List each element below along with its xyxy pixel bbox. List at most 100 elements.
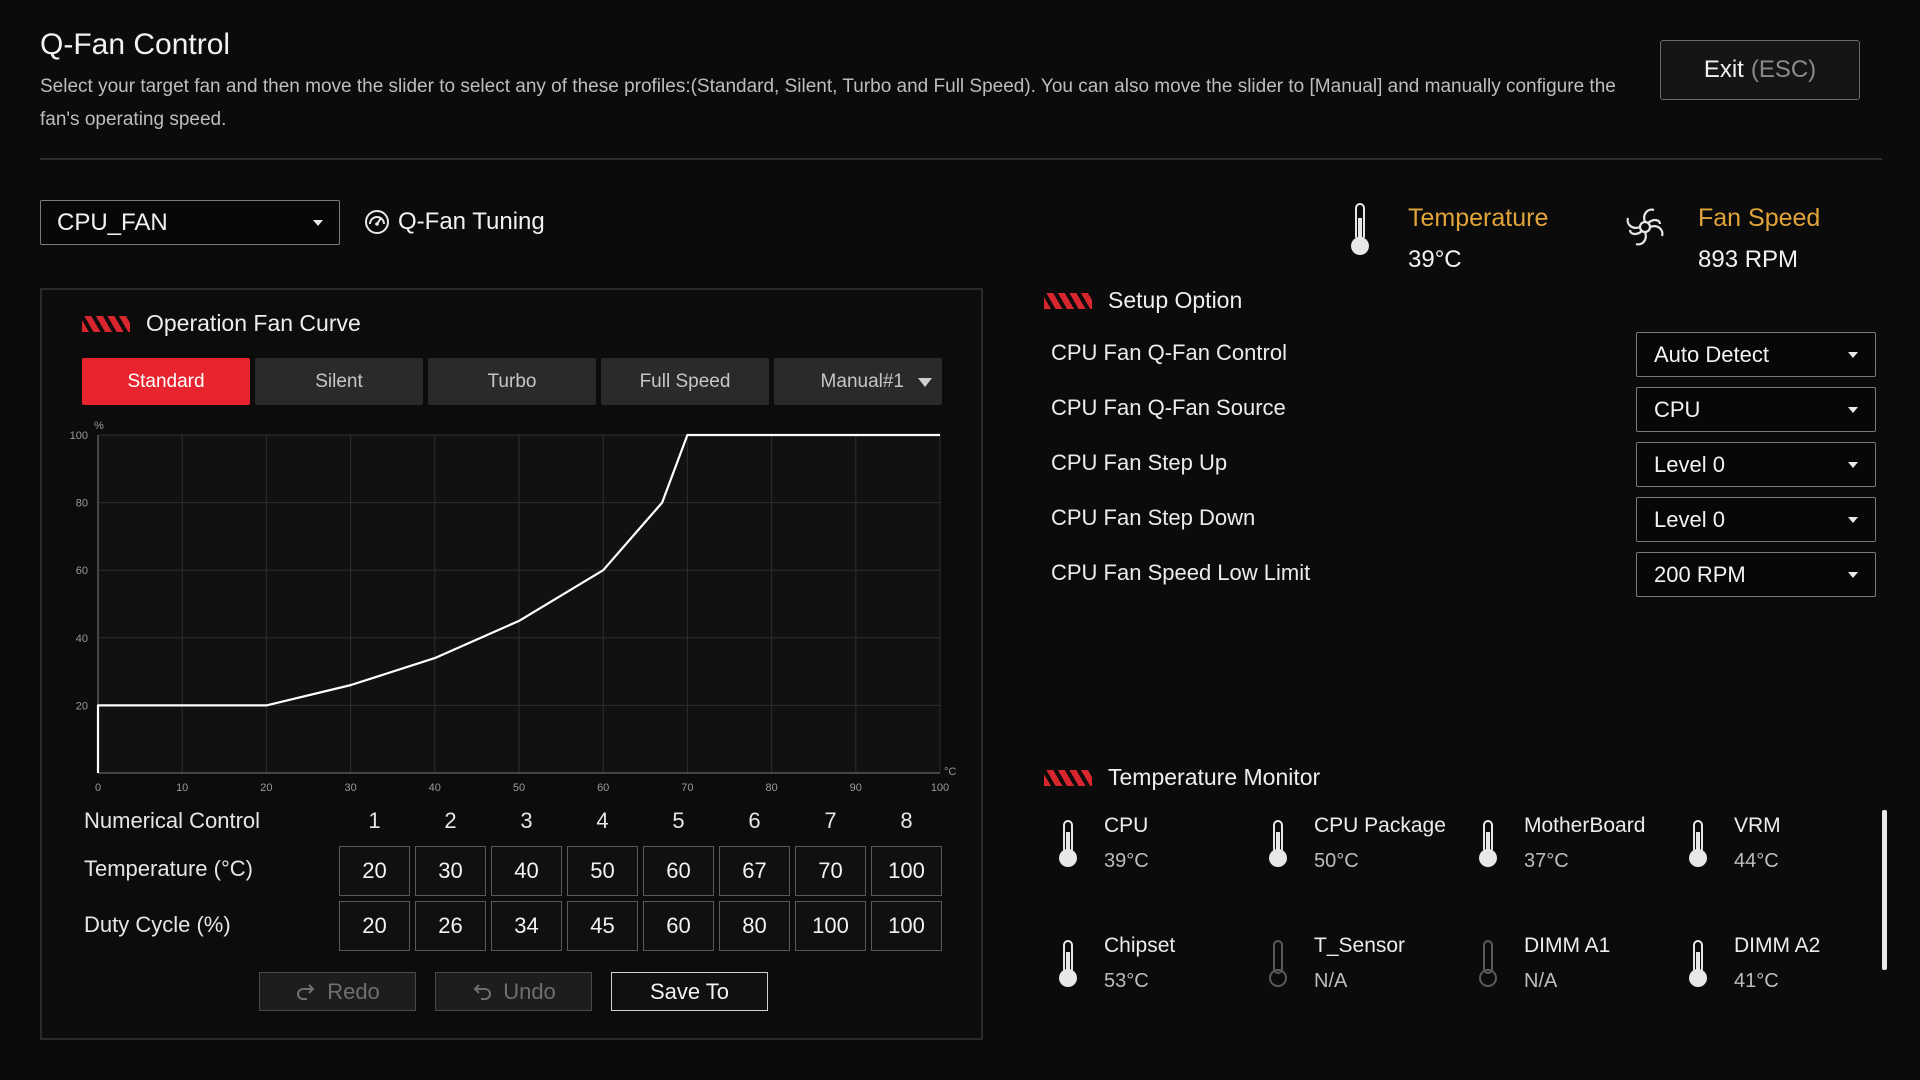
fan-curve-heading: Operation Fan Curve <box>82 310 361 337</box>
stripe-decoration <box>1044 292 1092 309</box>
thermometer-icon <box>1059 820 1077 867</box>
chart-y-tick-label: 80 <box>76 498 88 510</box>
setup-option-dropdown[interactable]: Auto Detect <box>1636 332 1876 377</box>
chevron-down-icon <box>1848 351 1858 358</box>
chart-x-tick-label: 10 <box>176 782 188 794</box>
redo-button[interactable]: Redo <box>259 972 416 1011</box>
sensor-value: 44°C <box>1734 850 1779 872</box>
chart-x-tick-label: 70 <box>681 782 693 794</box>
chart-y-tick-label: 100 <box>70 430 88 442</box>
page-description: Select your target fan and then move the… <box>40 76 1616 130</box>
duty-cycle-input[interactable]: 60 <box>643 901 714 951</box>
sensor-value: N/A <box>1524 970 1558 992</box>
sensor-name: T_Sensor <box>1314 934 1406 957</box>
setup-option-label: CPU Fan Q-Fan Source <box>1051 395 1286 420</box>
temperature-input[interactable]: 30 <box>415 846 486 896</box>
thermometer-icon <box>1351 203 1369 255</box>
setup-option-dropdown[interactable]: Level 0 <box>1636 497 1876 542</box>
temperature-monitor-heading: Temperature Monitor <box>1044 764 1320 791</box>
tab-standard[interactable]: Standard <box>82 358 250 405</box>
fan-select-dropdown[interactable]: CPU_FAN <box>40 200 340 245</box>
temperature-input[interactable]: 60 <box>643 846 714 896</box>
exit-label: Exit <box>1703 56 1744 83</box>
chevron-down-icon <box>918 378 932 387</box>
chart-x-tick-label: 80 <box>765 782 777 794</box>
header-divider <box>40 158 1882 160</box>
chart-x-tick-label: 20 <box>260 782 272 794</box>
sensor-text: DIMM A1 N/A <box>1524 934 1610 993</box>
chart-y-unit: % <box>94 420 104 432</box>
thermometer-icon <box>1689 820 1707 867</box>
point-index: 3 <box>520 808 533 833</box>
duty-cycle-input[interactable]: 45 <box>567 901 638 951</box>
sensor-text: T_Sensor N/A <box>1314 934 1405 993</box>
setup-option-value: Level 0 <box>1654 506 1725 532</box>
fan-curve-title: Operation Fan Curve <box>146 310 361 336</box>
duty-cycle-input[interactable]: 34 <box>491 901 562 951</box>
chevron-down-icon <box>313 219 323 226</box>
setup-option-dropdown[interactable]: 200 RPM <box>1636 552 1876 597</box>
thermometer-icon <box>1269 940 1287 987</box>
monitor-scrollbar[interactable] <box>1882 810 1887 970</box>
q-fan-tuning-button[interactable]: Q-Fan Tuning <box>364 204 545 240</box>
undo-icon <box>473 983 492 1000</box>
sensor-text: DIMM A2 41°C <box>1734 934 1820 993</box>
sensor-item: CPU Package 50°C <box>1264 814 1446 873</box>
temperature-input[interactable]: 50 <box>567 846 638 896</box>
duty-cycle-input[interactable]: 100 <box>795 901 866 951</box>
chart-x-tick-label: 60 <box>597 782 609 794</box>
duty-cycle-input[interactable]: 100 <box>871 901 942 951</box>
temperature-input[interactable]: 70 <box>795 846 866 896</box>
sensor-value: 41°C <box>1734 970 1779 992</box>
sensor-name: MotherBoard <box>1524 814 1646 837</box>
chart-y-tick-label: 60 <box>76 565 88 577</box>
duty-cycle-row: 20 26 34 45 60 80 100 100 <box>339 901 942 951</box>
chevron-down-icon <box>1848 516 1858 523</box>
thermometer-icon <box>1269 820 1287 867</box>
chevron-down-icon <box>1848 461 1858 468</box>
temperature-row-label: Temperature (°C) <box>84 856 253 881</box>
chart-y-tick-label: 20 <box>76 700 88 712</box>
save-to-button[interactable]: Save To <box>611 972 768 1011</box>
thermometer-icon <box>1479 820 1497 867</box>
exit-key-hint: (ESC) <box>1750 56 1817 83</box>
temperature-row: 20 30 40 50 60 67 70 100 <box>339 846 942 896</box>
fan-speed-label: Fan Speed <box>1698 204 1821 232</box>
sensor-item: T_Sensor N/A <box>1264 934 1405 993</box>
duty-cycle-input[interactable]: 80 <box>719 901 790 951</box>
chart-x-tick-label: 90 <box>850 782 862 794</box>
duty-cycle-input[interactable]: 26 <box>415 901 486 951</box>
redo-icon <box>297 983 315 1000</box>
exit-button[interactable]: Exit (ESC) <box>1660 40 1860 100</box>
sensor-item: CPU 39°C <box>1054 814 1149 873</box>
tab-full-speed[interactable]: Full Speed <box>601 358 769 405</box>
duty-row-label: Duty Cycle (%) <box>84 912 231 937</box>
temperature-input[interactable]: 100 <box>871 846 942 896</box>
sensor-text: CPU Package 50°C <box>1314 814 1446 873</box>
undo-button[interactable]: Undo <box>435 972 592 1011</box>
tab-turbo[interactable]: Turbo <box>428 358 596 405</box>
temperature-input[interactable]: 67 <box>719 846 790 896</box>
numerical-control-label: Numerical Control <box>84 808 261 833</box>
chart-x-tick-label: 100 <box>931 782 949 794</box>
setup-option-label: CPU Fan Q-Fan Control <box>1051 340 1287 365</box>
point-index: 5 <box>672 808 685 833</box>
sensor-item: Chipset 53°C <box>1054 934 1175 993</box>
chart-y-tick-label: 40 <box>76 633 88 645</box>
tab-silent[interactable]: Silent <box>255 358 423 405</box>
duty-cycle-input[interactable]: 20 <box>339 901 410 951</box>
setup-option-dropdown[interactable]: Level 0 <box>1636 442 1876 487</box>
profile-tabs: Standard Silent Turbo Full Speed Manual#… <box>82 358 942 405</box>
q-fan-tuning-label: Q-Fan Tuning <box>398 208 545 235</box>
sensor-value: N/A <box>1314 970 1348 992</box>
sensor-value: 53°C <box>1104 970 1149 992</box>
temperature-input[interactable]: 20 <box>339 846 410 896</box>
temperature-input[interactable]: 40 <box>491 846 562 896</box>
gauge-icon <box>365 210 389 234</box>
setup-option-dropdown[interactable]: CPU <box>1636 387 1876 432</box>
temperature-label: Temperature <box>1408 204 1549 232</box>
sensor-name: CPU Package <box>1314 814 1446 837</box>
tab-manual-dropdown[interactable]: Manual#1 <box>774 358 942 405</box>
stripe-decoration <box>82 315 130 332</box>
setup-option-value: 200 RPM <box>1654 561 1746 587</box>
